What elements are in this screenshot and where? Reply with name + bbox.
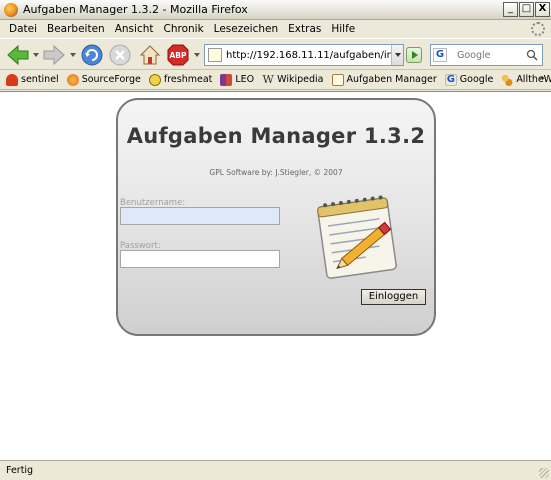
username-field[interactable]	[120, 207, 280, 225]
bookmark-label: Wikipedia	[277, 74, 324, 85]
navigation-toolbar: ABP http://192.168.11.11/aufgaben/index.…	[0, 38, 551, 70]
login-button[interactable]: Einloggen	[361, 289, 426, 305]
forward-button[interactable]	[42, 43, 66, 67]
bookmark-freshmeat[interactable]: freshmeat	[148, 73, 213, 86]
url-dropdown-button[interactable]	[391, 45, 403, 65]
notepad-icon	[331, 73, 344, 86]
chevron-down-icon	[395, 53, 401, 57]
throbber-icon	[531, 22, 545, 36]
menu-lesezeichen[interactable]: Lesezeichen	[209, 23, 284, 35]
bookmark-label: freshmeat	[163, 74, 213, 85]
bookmark-sentinel[interactable]: sentinel	[6, 73, 59, 86]
maximize-button[interactable]: □	[519, 2, 534, 17]
menu-bearbeiten[interactable]: Bearbeiten	[42, 23, 110, 35]
reload-icon	[81, 44, 103, 66]
google-icon: G	[444, 73, 457, 86]
resize-grip[interactable]	[539, 468, 549, 478]
menu-chronik[interactable]: Chronik	[159, 23, 209, 35]
menu-datei[interactable]: Datei	[4, 23, 42, 35]
adblock-icon: ABP	[167, 44, 189, 66]
url-input[interactable]: http://192.168.11.11/aufgaben/index.php	[226, 50, 394, 61]
menu-hilfe[interactable]: Hilfe	[326, 23, 360, 35]
bookmark-label: Aufgaben Manager	[346, 74, 437, 85]
menu-extras[interactable]: Extras	[283, 23, 326, 35]
search-bar[interactable]: G	[430, 44, 543, 66]
stop-icon	[109, 44, 131, 66]
adblock-button[interactable]: ABP	[166, 43, 190, 67]
bookmark-label: LEO	[235, 74, 255, 85]
page-title: Aufgaben Manager 1.3.2	[126, 124, 426, 148]
bookmarks-toolbar: sentinel SourceForge freshmeat LEO W Wik…	[0, 70, 551, 90]
window-title: Aufgaben Manager 1.3.2 - Mozilla Firefox	[23, 3, 248, 16]
forward-arrow-icon	[43, 44, 65, 66]
bookmark-sourceforge[interactable]: SourceForge	[66, 73, 141, 86]
bookmark-wikipedia[interactable]: W Wikipedia	[262, 72, 324, 86]
freshmeat-icon	[148, 73, 161, 86]
reload-button[interactable]	[80, 43, 104, 67]
alltheweb-icon	[501, 73, 514, 86]
bookmark-aufgaben-manager[interactable]: Aufgaben Manager	[331, 73, 437, 86]
password-field[interactable]	[120, 250, 280, 268]
bookmark-label: AlltheWeb	[516, 74, 551, 85]
go-button[interactable]	[406, 47, 422, 63]
search-engine-icon[interactable]: G	[433, 48, 447, 62]
url-bar[interactable]: http://192.168.11.11/aufgaben/index.php	[204, 44, 404, 66]
bookmark-leo[interactable]: LEO	[220, 73, 255, 86]
back-history-dropdown[interactable]	[33, 53, 39, 57]
home-button[interactable]	[138, 43, 162, 67]
wikipedia-icon: W	[262, 72, 274, 86]
back-arrow-icon	[7, 44, 29, 66]
menu-bar: Datei Bearbeiten Ansicht Chronik Lesezei…	[0, 20, 551, 38]
firefox-icon	[4, 2, 18, 17]
bookmark-label: SourceForge	[81, 74, 141, 85]
leo-icon	[220, 73, 233, 86]
bookmarks-overflow-chevron[interactable]: »	[539, 73, 545, 84]
back-button[interactable]	[6, 43, 30, 67]
forward-history-dropdown[interactable]	[70, 53, 76, 57]
status-text: Fertig	[6, 465, 34, 476]
search-icon[interactable]	[526, 49, 538, 61]
stop-button[interactable]	[108, 43, 132, 67]
bookmark-google[interactable]: G Google	[444, 73, 494, 86]
home-icon	[139, 45, 161, 65]
window-titlebar[interactable]: Aufgaben Manager 1.3.2 - Mozilla Firefox…	[0, 0, 551, 20]
menu-ansicht[interactable]: Ansicht	[110, 23, 159, 35]
page-content: Aufgaben Manager 1.3.2 GPL Software by: …	[0, 91, 551, 460]
red-cloud-icon	[6, 73, 18, 86]
notepad-pencil-icon	[317, 195, 397, 279]
adblock-dropdown[interactable]	[194, 53, 200, 57]
copyright-subtitle: GPL Software by: J.Stiegler, © 2007	[209, 168, 343, 177]
adblock-label: ABP	[169, 51, 187, 60]
bookmark-label: Google	[459, 74, 494, 85]
bookmark-label: sentinel	[21, 74, 59, 85]
page-favicon-icon	[208, 48, 222, 62]
minimize-button[interactable]: _	[503, 2, 518, 17]
status-bar: Fertig	[0, 460, 551, 480]
login-panel: Aufgaben Manager 1.3.2 GPL Software by: …	[116, 98, 436, 336]
search-input[interactable]	[457, 49, 527, 61]
close-button[interactable]: X	[535, 2, 550, 17]
sourceforge-icon	[66, 73, 79, 86]
